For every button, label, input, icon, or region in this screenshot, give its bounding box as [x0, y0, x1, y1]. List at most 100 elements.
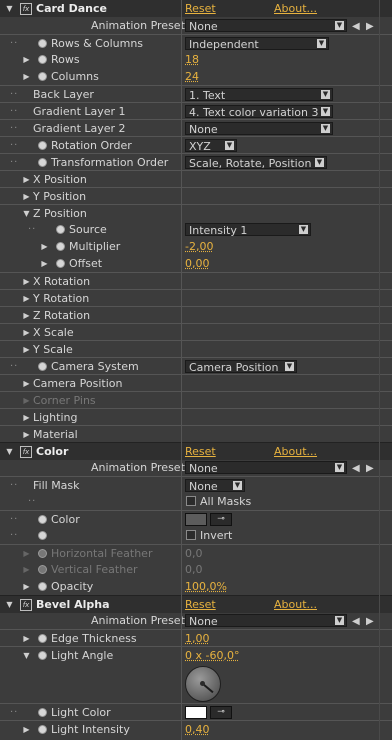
stopwatch-icon[interactable] [38, 651, 47, 660]
stopwatch-icon[interactable] [38, 634, 47, 643]
stopwatch-icon[interactable] [38, 39, 47, 48]
eyedropper-icon[interactable]: ⊸ [210, 706, 232, 719]
next-preset-icon[interactable]: ▶ [366, 18, 374, 35]
stopwatch-icon[interactable] [38, 72, 47, 81]
reset-link[interactable]: Reset [185, 0, 216, 17]
camera-system-dropdown[interactable]: Camera Position ▼ [185, 360, 297, 374]
param-invert: ·· Invert [0, 527, 392, 544]
effect-header-color[interactable]: ▼ fx Color Reset About... [0, 442, 392, 460]
fx-toggle-icon[interactable]: fx [20, 446, 32, 458]
back-layer-dropdown[interactable]: 1. Text ▼ [185, 88, 333, 102]
stopwatch-icon[interactable] [56, 259, 65, 268]
effect-name[interactable]: Bevel Alpha [36, 596, 110, 613]
offset-value[interactable]: 0,00 [185, 255, 210, 272]
prev-preset-icon[interactable]: ◀ [352, 460, 360, 477]
animation-presets-dropdown[interactable]: None ▼ [185, 461, 347, 475]
stopwatch-icon[interactable] [38, 708, 47, 717]
prev-preset-icon[interactable]: ◀ [352, 18, 360, 35]
rotation-order-dropdown[interactable]: XYZ ▼ [185, 139, 237, 153]
light-intensity-value[interactable]: 0,40 [185, 721, 210, 738]
stopwatch-icon[interactable] [38, 725, 47, 734]
opacity-value[interactable]: 100,0% [185, 578, 227, 595]
group-y-rotation[interactable]: ▶ Y Rotation [0, 289, 392, 307]
twirl-open-icon[interactable]: ▼ [5, 443, 14, 460]
twirl-closed-icon[interactable]: ▶ [22, 171, 31, 188]
group-y-position[interactable]: ▶ Y Position [0, 187, 392, 205]
light-angle-value[interactable]: 0 x -60,0° [185, 647, 239, 664]
group-material[interactable]: ▶ Material [0, 425, 392, 443]
stopwatch-icon[interactable] [38, 515, 47, 524]
twirl-closed-icon[interactable]: ▶ [22, 51, 31, 68]
about-link[interactable]: About... [274, 0, 317, 17]
twirl-closed-icon[interactable]: ▶ [22, 578, 31, 595]
twirl-closed-icon[interactable]: ▶ [22, 630, 31, 647]
stopwatch-icon[interactable] [56, 242, 65, 251]
effect-header-card-dance[interactable]: ▼ fx Card Dance Reset About... [0, 0, 392, 17]
source-dropdown[interactable]: Intensity 1 ▼ [185, 223, 311, 237]
twirl-open-icon[interactable]: ▼ [22, 205, 31, 222]
all-masks-checkbox[interactable] [186, 496, 196, 506]
about-link[interactable]: About... [274, 596, 317, 613]
twirl-closed-icon[interactable]: ▶ [22, 188, 31, 205]
twirl-closed-icon[interactable]: ▶ [22, 290, 31, 307]
group-lighting[interactable]: ▶ Lighting [0, 408, 392, 426]
next-preset-icon[interactable]: ▶ [366, 613, 374, 630]
twirl-closed-icon[interactable]: ▶ [22, 273, 31, 290]
fill-mask-dropdown[interactable]: None ▼ [185, 479, 245, 493]
group-y-scale[interactable]: ▶ Y Scale [0, 340, 392, 358]
stopwatch-icon[interactable] [38, 531, 47, 540]
gradient-layer-2-dropdown[interactable]: None ▼ [185, 122, 333, 136]
prev-preset-icon[interactable]: ◀ [352, 613, 360, 630]
color-swatch[interactable] [185, 513, 207, 526]
multiplier-value[interactable]: -2,00 [185, 238, 213, 255]
angle-dial[interactable] [185, 666, 221, 702]
stopwatch-icon[interactable] [38, 141, 47, 150]
twirl-closed-icon[interactable]: ▶ [22, 341, 31, 358]
columns-value[interactable]: 24 [185, 68, 199, 85]
twirl-closed-icon[interactable]: ▶ [22, 324, 31, 341]
gradient-layer-1-dropdown[interactable]: 4. Text color variation 3 ▼ [185, 105, 333, 119]
light-color-swatch[interactable] [185, 706, 207, 719]
twirl-closed-icon[interactable]: ▶ [22, 307, 31, 324]
twirl-open-icon[interactable]: ▼ [5, 596, 14, 613]
edge-thickness-value[interactable]: 1,00 [185, 630, 210, 647]
chevron-down-icon: ▼ [335, 463, 344, 472]
twirl-closed-icon[interactable]: ▶ [40, 238, 49, 255]
eyedropper-icon[interactable]: ⊸ [210, 513, 232, 526]
group-x-scale[interactable]: ▶ X Scale [0, 323, 392, 341]
group-z-position[interactable]: ▼ Z Position [0, 204, 392, 222]
effect-header-bevel-alpha[interactable]: ▼ fx Bevel Alpha Reset About... [0, 595, 392, 613]
reset-link[interactable]: Reset [185, 596, 216, 613]
twirl-closed-icon[interactable]: ▶ [22, 409, 31, 426]
twirl-closed-icon[interactable]: ▶ [22, 721, 31, 738]
transformation-order-dropdown[interactable]: Scale, Rotate, Position ▼ [185, 156, 327, 170]
fx-toggle-icon[interactable]: fx [20, 3, 32, 15]
fx-toggle-icon[interactable]: fx [20, 599, 32, 611]
twirl-open-icon[interactable]: ▼ [5, 0, 14, 17]
stopwatch-icon[interactable] [56, 225, 65, 234]
reset-link[interactable]: Reset [185, 443, 216, 460]
animation-presets-value: None [189, 462, 218, 475]
invert-checkbox[interactable] [186, 530, 196, 540]
group-x-position[interactable]: ▶ X Position [0, 170, 392, 188]
group-x-rotation[interactable]: ▶ X Rotation [0, 272, 392, 290]
twirl-open-icon[interactable]: ▼ [22, 647, 31, 664]
rows-columns-dropdown[interactable]: Independent ▼ [185, 37, 329, 51]
next-preset-icon[interactable]: ▶ [366, 460, 374, 477]
about-link[interactable]: About... [274, 443, 317, 460]
twirl-closed-icon[interactable]: ▶ [40, 255, 49, 272]
group-camera-position[interactable]: ▶ Camera Position [0, 374, 392, 392]
rows-value[interactable]: 18 [185, 51, 199, 68]
stopwatch-icon[interactable] [38, 362, 47, 371]
effect-name[interactable]: Color [36, 443, 68, 460]
stopwatch-icon[interactable] [38, 55, 47, 64]
twirl-closed-icon[interactable]: ▶ [22, 68, 31, 85]
animation-presets-dropdown[interactable]: None ▼ [185, 19, 347, 33]
twirl-closed-icon[interactable]: ▶ [22, 375, 31, 392]
animation-presets-dropdown[interactable]: None ▼ [185, 614, 347, 628]
twirl-closed-icon[interactable]: ▶ [22, 426, 31, 443]
effect-name[interactable]: Card Dance [36, 0, 107, 17]
stopwatch-icon[interactable] [38, 582, 47, 591]
stopwatch-icon[interactable] [38, 158, 47, 167]
group-z-rotation[interactable]: ▶ Z Rotation [0, 306, 392, 324]
